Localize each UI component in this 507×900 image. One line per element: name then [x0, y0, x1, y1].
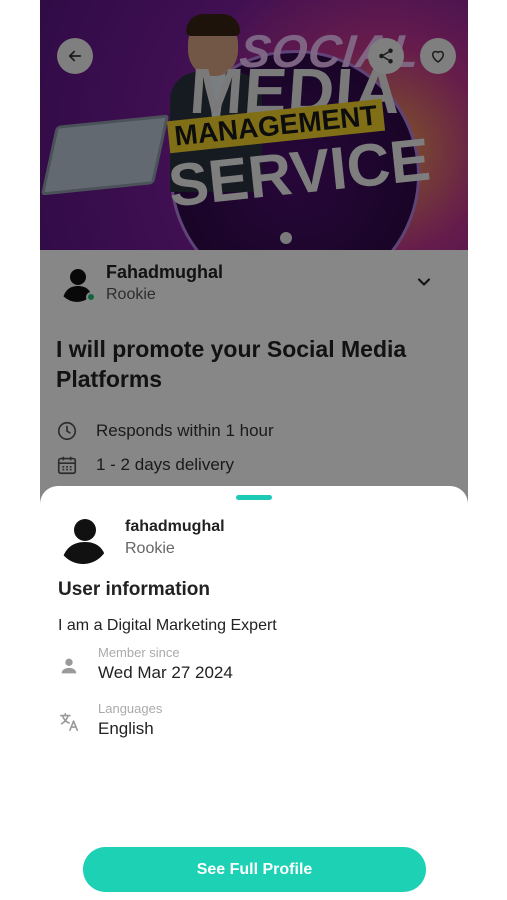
user-avatar: [57, 512, 109, 564]
user-level: Rookie: [125, 540, 175, 557]
languages-value: English: [98, 719, 154, 738]
languages-label: Languages: [98, 701, 163, 716]
member-since-row: Member since Wed Mar 27 2024: [58, 645, 438, 689]
user-bio: I am a Digital Marketing Expert: [58, 617, 277, 634]
user-information-heading: User information: [58, 579, 211, 600]
translate-icon: [59, 712, 79, 732]
languages-row: Languages English: [58, 701, 438, 745]
member-since-label: Member since: [98, 645, 180, 660]
sheet-drag-handle[interactable]: [236, 495, 272, 500]
screen: SOCIAL MEDIA MANAGEMENT SERVICE Fahadmug…: [0, 0, 507, 900]
user-name: fahadmughal: [125, 518, 225, 535]
see-full-profile-button[interactable]: See Full Profile: [83, 847, 426, 892]
person-icon: [61, 658, 77, 674]
member-since-value: Wed Mar 27 2024: [98, 663, 233, 682]
app-view: SOCIAL MEDIA MANAGEMENT SERVICE Fahadmug…: [40, 0, 468, 900]
user-info-bottom-sheet: fahadmughal Rookie User information I am…: [40, 486, 468, 900]
